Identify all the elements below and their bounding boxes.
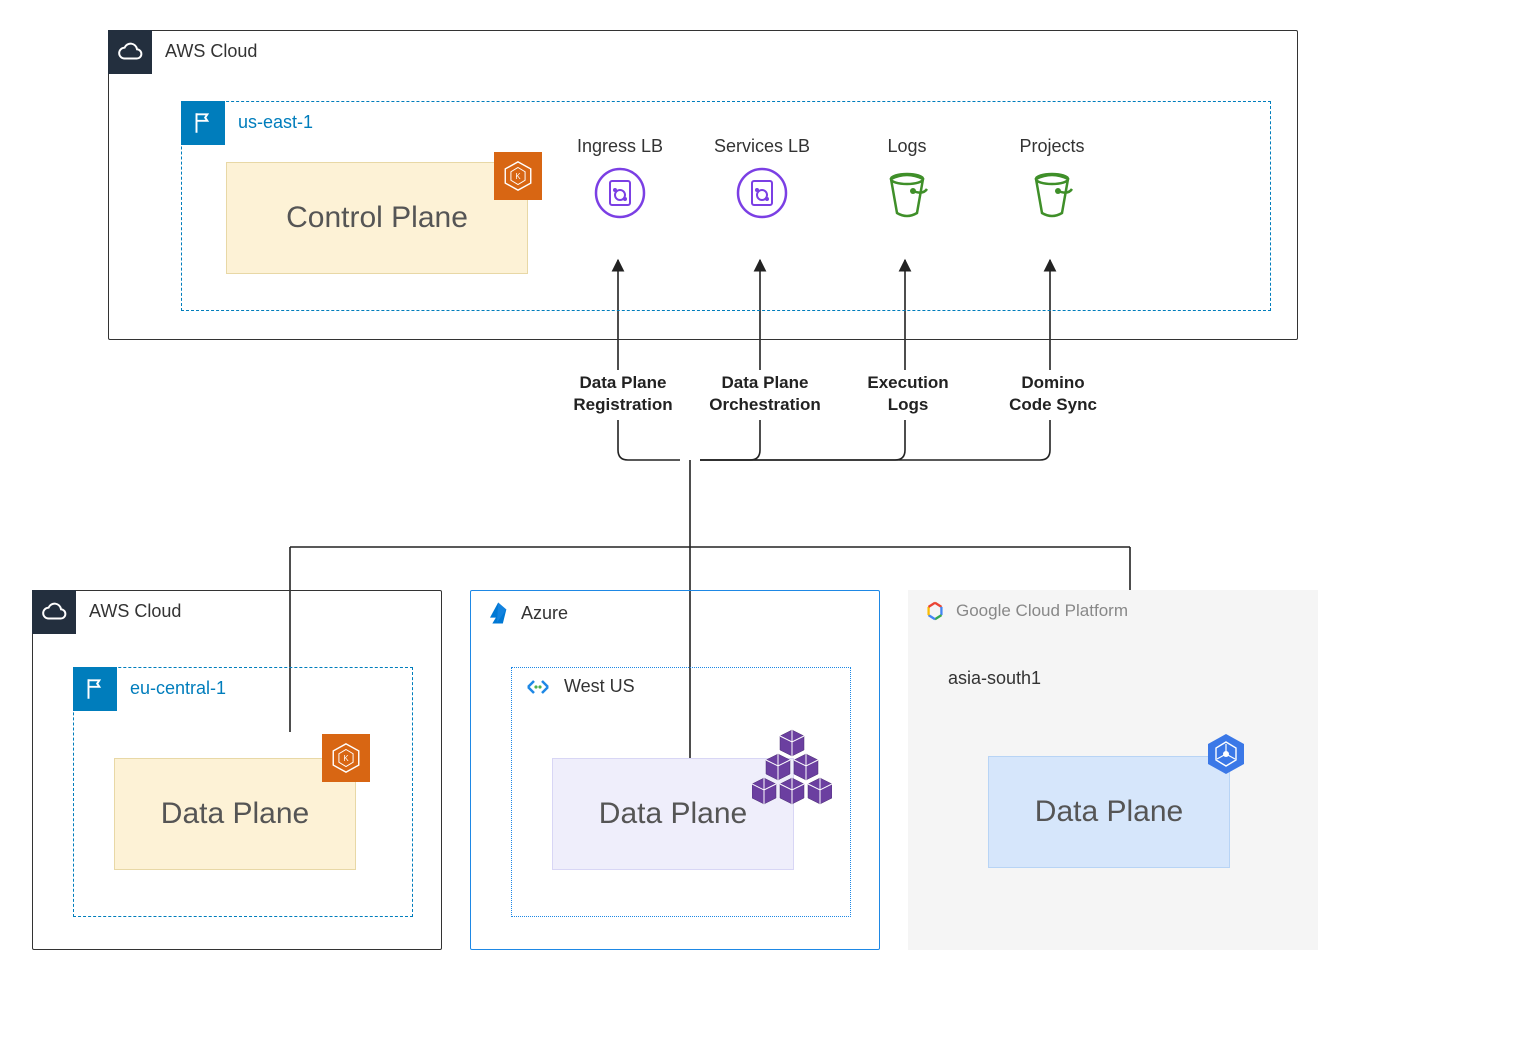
s3-bucket-icon bbox=[1024, 165, 1080, 221]
aws-cloud-icon bbox=[108, 30, 152, 74]
aks-icon bbox=[752, 726, 832, 806]
bottom-aws-label: AWS Cloud bbox=[89, 601, 181, 622]
aws-data-plane-box: Data Plane bbox=[114, 758, 356, 870]
bottom-aws-cloud-container: AWS Cloud eu-central-1 Data Plane K bbox=[32, 590, 442, 950]
eks-icon: K bbox=[322, 734, 370, 782]
gcp-logo-icon bbox=[924, 600, 946, 622]
gke-icon bbox=[1204, 732, 1248, 776]
gcp-data-plane-label: Data Plane bbox=[1035, 795, 1183, 829]
us-east-1-region: us-east-1 Control Plane K Ingress LB bbox=[181, 101, 1271, 311]
top-aws-cloud-container: AWS Cloud us-east-1 Control Plane K bbox=[108, 30, 1298, 340]
azure-region-icon bbox=[524, 678, 552, 696]
eks-icon: K bbox=[494, 152, 542, 200]
projects-label: Projects bbox=[992, 136, 1112, 157]
asia-south1-label: asia-south1 bbox=[948, 668, 1041, 689]
region-flag-icon bbox=[181, 101, 225, 145]
top-aws-label: AWS Cloud bbox=[165, 41, 257, 62]
logs-label: Logs bbox=[847, 136, 967, 157]
azure-label: Azure bbox=[521, 603, 568, 624]
s3-bucket-icon bbox=[879, 165, 935, 221]
west-us-region: West US Data Plane bbox=[511, 667, 851, 917]
ingress-lb-label: Ingress LB bbox=[560, 136, 680, 157]
us-east-1-label: us-east-1 bbox=[238, 112, 313, 133]
gcp-cloud-container: Google Cloud Platform asia-south1 Data P… bbox=[908, 590, 1318, 950]
services-lb-group: Services LB bbox=[702, 136, 822, 221]
conn-label-orchestration: Data Plane Orchestration bbox=[700, 372, 830, 416]
ingress-lb-group: Ingress LB bbox=[560, 136, 680, 221]
conn-label-exec-logs: Execution Logs bbox=[858, 372, 958, 416]
conn-label-registration: Data Plane Registration bbox=[568, 372, 678, 416]
elb-icon bbox=[592, 165, 648, 221]
eu-central-1-label: eu-central-1 bbox=[130, 678, 226, 699]
aws-cloud-icon bbox=[32, 590, 76, 634]
logs-bucket-group: Logs bbox=[847, 136, 967, 221]
eu-central-1-region: eu-central-1 Data Plane K bbox=[73, 667, 413, 917]
svg-text:K: K bbox=[515, 172, 521, 181]
azure-data-plane-label: Data Plane bbox=[599, 797, 747, 831]
control-plane-box: Control Plane bbox=[226, 162, 528, 274]
region-flag-icon bbox=[73, 667, 117, 711]
azure-logo-icon bbox=[483, 599, 511, 627]
aws-data-plane-label: Data Plane bbox=[161, 797, 309, 831]
projects-bucket-group: Projects bbox=[992, 136, 1112, 221]
gcp-data-plane-box: Data Plane bbox=[988, 756, 1230, 868]
gcp-label: Google Cloud Platform bbox=[956, 601, 1128, 621]
services-lb-label: Services LB bbox=[702, 136, 822, 157]
elb-icon bbox=[734, 165, 790, 221]
conn-label-code-sync: Domino Code Sync bbox=[998, 372, 1108, 416]
west-us-label: West US bbox=[564, 676, 635, 697]
azure-cloud-container: Azure West US Data Plane bbox=[470, 590, 880, 950]
svg-text:K: K bbox=[343, 754, 349, 763]
control-plane-label: Control Plane bbox=[286, 201, 468, 235]
